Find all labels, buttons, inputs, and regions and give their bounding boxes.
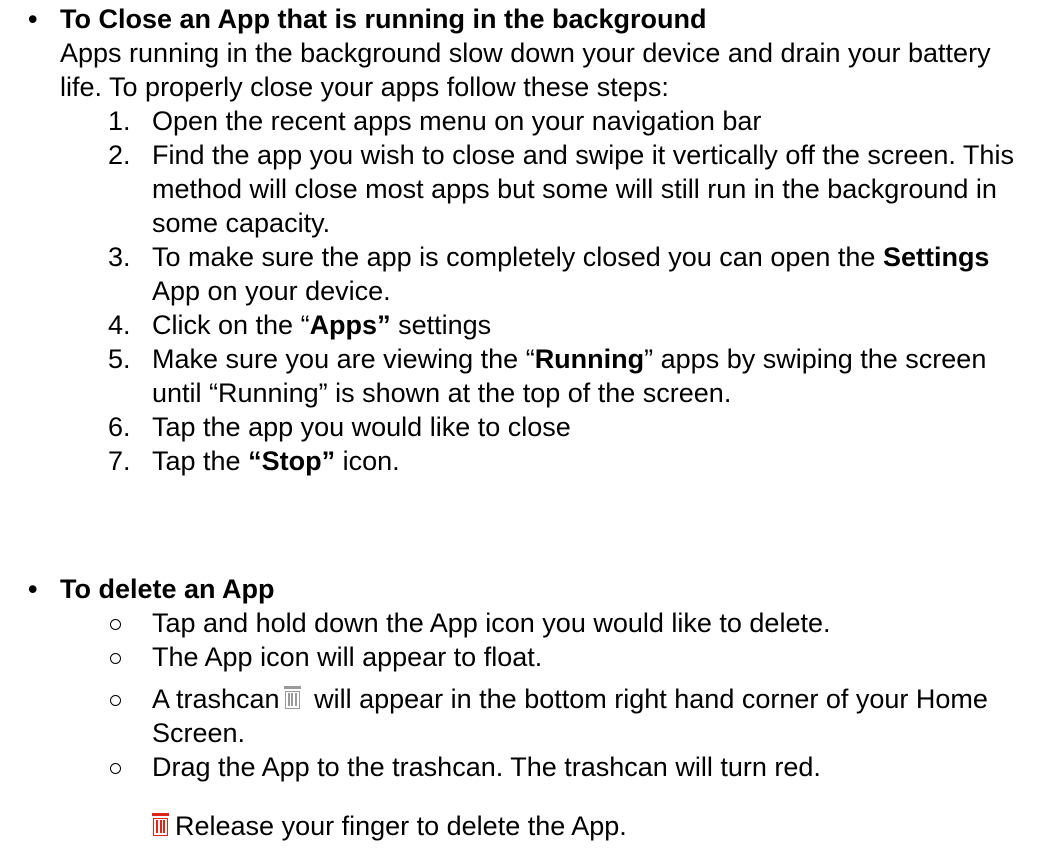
step-text-before: Click on the “ <box>152 310 310 340</box>
release-text: Release your finger to delete the App. <box>175 811 627 841</box>
step-item: 4. Click on the “Apps” settings <box>0 308 1022 342</box>
step-text-after: App on your device. <box>152 276 391 306</box>
section-delete-app: • To delete an App Tap and hold down the… <box>0 572 1047 784</box>
list-item: The App icon will appear to float. <box>0 640 1022 674</box>
section-heading: • To Close an App that is running in the… <box>0 2 1047 36</box>
step-item: 5. Make sure you are viewing the “Runnin… <box>0 342 1022 410</box>
step-text-bold: Apps” <box>309 310 391 340</box>
step-text-after: icon. <box>335 446 400 476</box>
section-close-app: • To Close an App that is running in the… <box>0 2 1047 478</box>
section-intro: Apps running in the background slow down… <box>60 38 991 102</box>
step-text-after: settings <box>390 310 492 340</box>
step-item: 3. To make sure the app is completely cl… <box>0 240 1022 308</box>
step-text: Tap the app you would like to close <box>152 412 571 442</box>
bullet-icon: • <box>28 574 38 604</box>
list-item-text-before: A trashcan <box>152 684 280 714</box>
step-item: 6. Tap the app you would like to close <box>0 410 1022 444</box>
release-instruction: Release your finger to delete the App. <box>152 809 627 843</box>
list-item-text: Tap and hold down the App icon you would… <box>152 608 831 638</box>
document-page: • To Close an App that is running in the… <box>0 0 1047 855</box>
list-item: Drag the App to the trashcan. The trashc… <box>0 750 1022 784</box>
step-text-bold: “Stop” <box>248 446 336 476</box>
step-number: 6. <box>108 412 131 442</box>
list-item-text: Drag the App to the trashcan. The trashc… <box>152 752 821 782</box>
step-item: 7. Tap the “Stop” icon. <box>0 444 1022 478</box>
circle-bullet-icon <box>110 653 121 664</box>
trashcan-red-icon <box>152 813 169 837</box>
step-text-bold: Running <box>534 344 645 374</box>
section-title: To delete an App <box>60 574 275 604</box>
list-item: Tap and hold down the App icon you would… <box>0 606 1022 640</box>
circle-bullet-icon <box>110 763 121 774</box>
circle-bullet-icon <box>110 619 121 630</box>
step-number: 7. <box>108 446 131 476</box>
section-heading: • To delete an App <box>0 572 1047 606</box>
step-text-before: To make sure the app is completely close… <box>152 242 883 272</box>
step-text-before: Make sure you are viewing the “ <box>152 344 535 374</box>
step-text: Find the app you wish to close and swipe… <box>152 140 1014 238</box>
step-text-bold: Settings <box>882 242 990 272</box>
trashcan-gray-icon <box>283 686 301 710</box>
step-item: 1. Open the recent apps menu on your nav… <box>0 104 1022 138</box>
step-number: 5. <box>108 344 131 374</box>
delete-steps-list: Tap and hold down the App icon you would… <box>0 606 1047 784</box>
list-item-text: The App icon will appear to float. <box>152 642 543 672</box>
step-number: 1. <box>108 106 131 136</box>
section-title: To Close an App that is running in the b… <box>60 4 707 34</box>
step-text: Open the recent apps menu on your naviga… <box>152 106 762 136</box>
step-item: 2. Find the app you wish to close and sw… <box>0 138 1022 240</box>
step-number: 2. <box>108 140 131 170</box>
circle-bullet-icon <box>110 695 121 706</box>
steps-list: 1. Open the recent apps menu on your nav… <box>0 104 1047 478</box>
step-number: 4. <box>108 310 131 340</box>
list-item: A trashcan will appear in the bottom rig… <box>0 682 1022 750</box>
bullet-icon: • <box>28 4 38 34</box>
step-text-before: Tap the <box>152 446 249 476</box>
step-number: 3. <box>108 242 131 272</box>
